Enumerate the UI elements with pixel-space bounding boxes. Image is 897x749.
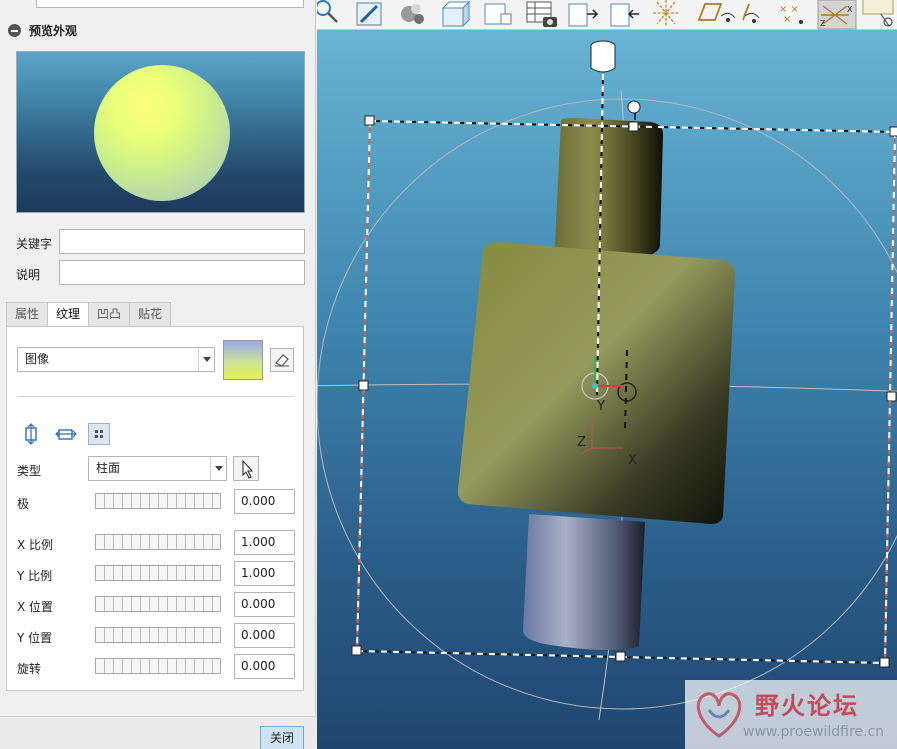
y-scale-slider[interactable]: [95, 565, 221, 581]
datum-axis-display-icon[interactable]: [653, 0, 679, 26]
y-position-input[interactable]: 0.000: [234, 623, 295, 648]
x-scale-slider[interactable]: [95, 534, 221, 550]
rotation-slider[interactable]: [95, 658, 221, 674]
y-axis-label: Y: [596, 399, 605, 414]
graphics-toolbar: × × × ZX: [317, 0, 897, 30]
y-position-slider[interactable]: [95, 627, 221, 643]
chevron-down-icon[interactable]: [210, 457, 226, 480]
svg-text:Z: Z: [820, 19, 826, 28]
sketch-icon[interactable]: [356, 2, 382, 26]
preview-section-header[interactable]: 预览外观: [8, 22, 77, 39]
x-scale-input[interactable]: 1.000: [234, 530, 295, 555]
x-position-label: X 位置: [17, 600, 54, 614]
view-cube-icon[interactable]: [441, 0, 471, 28]
y-scale-label: Y 比例: [17, 569, 53, 583]
x-scale-label: X 比例: [17, 538, 54, 552]
annotation-display-icon[interactable]: [862, 0, 894, 27]
csys-display-icon[interactable]: ZX: [817, 0, 857, 30]
select-reference-button[interactable]: [233, 456, 259, 481]
appearance-tabs: 属性 纹理 凹凸 贴花: [6, 302, 172, 328]
y-scale-input[interactable]: 1.000: [234, 561, 295, 586]
datum-plane-display-icon[interactable]: [697, 3, 736, 22]
saved-views-icon[interactable]: [484, 3, 512, 25]
x-position-input[interactable]: 0.000: [234, 592, 295, 617]
forum-watermark: 野火论坛 www.proewildfire.cn: [685, 680, 897, 749]
tab-bump[interactable]: 凹凸: [88, 302, 131, 327]
description-label: 说明: [16, 268, 41, 282]
appearance-preview: [16, 51, 305, 213]
preview-section-title: 预览外观: [29, 24, 78, 38]
preview-sphere: [94, 65, 230, 201]
svg-text:×: ×: [783, 14, 791, 25]
description-input[interactable]: [59, 260, 305, 285]
rotation-label: 旋转: [17, 662, 42, 676]
x-position-slider[interactable]: [95, 596, 221, 612]
watermark-logo: [696, 692, 742, 738]
collapse-icon[interactable]: [8, 24, 21, 37]
chevron-down-icon[interactable]: [198, 348, 214, 371]
pole-slider[interactable]: [95, 493, 221, 509]
texture-source-select[interactable]: 图像: [17, 347, 215, 372]
tile-button[interactable]: [88, 423, 110, 445]
keyword-input[interactable]: [59, 229, 305, 254]
type-label: 类型: [17, 464, 42, 478]
svg-text:X: X: [847, 5, 853, 14]
cylinder-pole-handle[interactable]: [590, 40, 616, 73]
y-position-label: Y 位置: [17, 631, 53, 645]
tab-properties[interactable]: 属性: [6, 302, 49, 327]
tile-icon: [95, 430, 103, 438]
flip-horizontal-button[interactable]: [55, 423, 77, 445]
camera-icon[interactable]: [543, 17, 557, 27]
keyword-label: 关键字: [16, 237, 53, 251]
mapping-type-select[interactable]: 柱面: [88, 456, 227, 481]
datum-point-x-display-icon[interactable]: × ××: [779, 4, 803, 25]
zoom-icon[interactable]: [317, 0, 338, 23]
appearance-name-field[interactable]: [36, 0, 304, 8]
texture-source-value: 图像: [25, 352, 50, 366]
x-axis-label: X: [628, 453, 637, 468]
close-button[interactable]: 关闭: [260, 726, 304, 749]
graphics-viewport[interactable]: Y Z X 野火论坛 www.proewildfire.cn: [317, 30, 897, 749]
divider: [17, 396, 294, 397]
eraser-icon: [275, 354, 289, 367]
datum-point-display-icon[interactable]: [742, 3, 760, 23]
cursor-arrow-icon: [242, 459, 254, 479]
rotation-input[interactable]: 0.000: [234, 654, 295, 679]
flip-vertical-icon: [25, 423, 37, 445]
clear-texture-button[interactable]: [270, 348, 294, 372]
z-axis-label: Z: [577, 435, 586, 450]
pole-input[interactable]: 0.000: [234, 489, 295, 514]
spheres-icon[interactable]: [401, 4, 424, 24]
watermark-title: 野火论坛: [755, 692, 859, 720]
view-back-icon[interactable]: [610, 3, 639, 27]
view-forward-icon[interactable]: [568, 3, 599, 27]
flip-horizontal-icon: [55, 429, 77, 440]
tab-texture[interactable]: 纹理: [47, 302, 90, 328]
watermark-url: www.proewildfire.cn: [743, 724, 885, 740]
texture-image-swatch[interactable]: [223, 340, 263, 380]
flip-vertical-button[interactable]: [20, 423, 42, 445]
mapping-type-value: 柱面: [96, 461, 121, 475]
pole-label: 极: [17, 497, 30, 511]
tab-decal[interactable]: 贴花: [129, 302, 172, 327]
appearance-panel: 预览外观 关键字 说明 属性 纹理 凹凸 贴花 图像 类型 柱面 极 0.000…: [0, 0, 316, 749]
